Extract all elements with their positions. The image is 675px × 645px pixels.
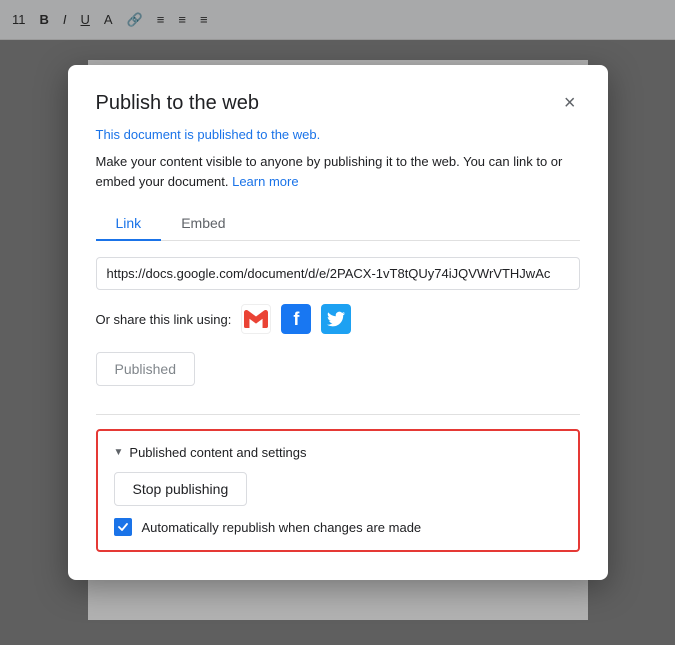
share-row: Or share this link using: f (96, 304, 580, 334)
published-content-section: ▼ Published content and settings Stop pu… (96, 429, 580, 552)
stop-publishing-button[interactable]: Stop publishing (114, 472, 248, 506)
tab-link[interactable]: Link (96, 207, 162, 241)
share-twitter-icon[interactable] (321, 304, 351, 334)
close-button[interactable]: × (560, 89, 580, 117)
modal-header: Publish to the web × (96, 89, 580, 117)
description: Make your content visible to anyone by p… (96, 152, 580, 191)
publish-modal: Publish to the web × This document is pu… (68, 65, 608, 580)
section-title: Published content and settings (129, 445, 306, 460)
modal-overlay: Publish to the web × This document is pu… (0, 0, 675, 645)
section-header: ▼ Published content and settings (114, 445, 562, 460)
divider (96, 414, 580, 415)
modal-title: Publish to the web (96, 92, 259, 115)
description-text: Make your content visible to anyone by p… (96, 154, 563, 189)
share-gmail-icon[interactable] (241, 304, 271, 334)
url-input[interactable] (96, 257, 580, 290)
auto-republish-row: Automatically republish when changes are… (114, 518, 562, 536)
tabs: Link Embed (96, 207, 580, 241)
learn-more-link[interactable]: Learn more (232, 174, 298, 189)
tab-embed[interactable]: Embed (161, 207, 245, 241)
auto-republish-checkbox[interactable] (114, 518, 132, 536)
published-status-button: Published (96, 352, 196, 386)
share-label: Or share this link using: (96, 312, 232, 327)
auto-republish-label: Automatically republish when changes are… (142, 520, 422, 535)
share-facebook-icon[interactable]: f (281, 304, 311, 334)
published-notice: This document is published to the web. (96, 127, 580, 142)
published-button-area: Published (96, 352, 580, 402)
chevron-down-icon[interactable]: ▼ (114, 447, 124, 458)
